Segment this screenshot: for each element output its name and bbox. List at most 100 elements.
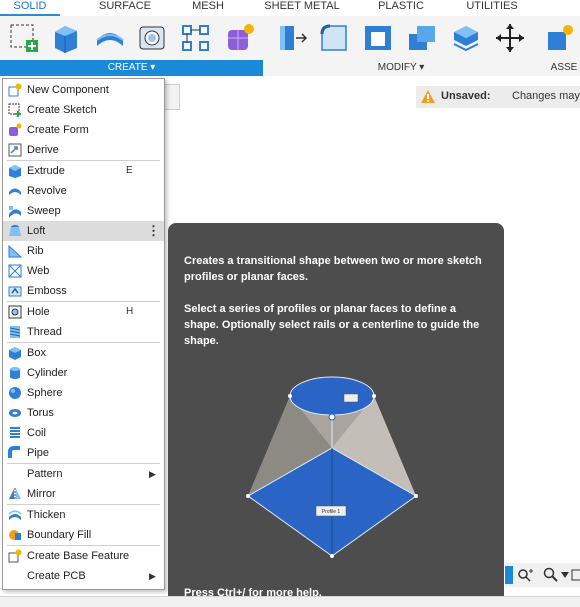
sweep-icon [9,206,21,218]
menu-item-emboss[interactable]: Emboss [3,281,164,301]
menu-label: Create Base Feature [27,550,130,562]
tab-sheet-metal[interactable]: SHEET METAL [262,0,342,12]
tab-utilities[interactable]: UTILITIES [463,0,521,12]
menu-item-create-sketch[interactable]: Create Sketch [3,100,164,120]
menu-item-rib[interactable]: Rib [3,241,164,261]
fillet-icon[interactable] [318,22,350,54]
menu-label: Create PCB [27,570,86,582]
menu-item-mirror[interactable]: Mirror [3,484,164,504]
thread-icon [9,326,21,338]
extrude-icon[interactable] [50,22,82,54]
menu-item-cylinder[interactable]: Cylinder [3,363,164,383]
menu-item-create-base-feature[interactable]: Create Base Feature [3,546,164,566]
new-component-icon [8,83,22,97]
menu-item-hole[interactable]: Hole H [3,302,164,322]
menu-item-revolve[interactable]: Revolve [3,181,164,201]
menu-label: Torus [27,407,54,419]
menu-item-thicken[interactable]: Thicken [3,505,164,525]
menu-label: Cylinder [27,367,68,379]
menu-item-create-pcb[interactable]: Create PCB ▶ [3,566,164,586]
create-sketch-icon [8,103,21,117]
more-options-icon[interactable]: ⋮ [147,221,160,241]
mirror-icon [9,488,21,500]
tab-solid[interactable]: SOLID [10,0,50,12]
menu-item-derive[interactable]: Derive [3,140,164,160]
status-bar [0,596,580,607]
menu-item-sweep[interactable]: Sweep [3,201,164,221]
hole-icon[interactable] [136,22,168,54]
loft-icon [9,225,21,236]
submenu-arrow-icon: ▶ [149,469,156,479]
tab-plastic[interactable]: PLASTIC [375,0,427,12]
move-copy-icon[interactable] [494,22,526,54]
create-form-icon[interactable] [224,22,256,54]
menu-label: Create Sketch [27,104,97,116]
menu-label: Web [27,265,50,277]
create-dropdown-menu: New Component Create Sketch Create Form … [2,78,165,590]
menu-label: Coil [27,427,46,439]
menu-label: Boundary Fill [27,529,92,541]
revolve-icon[interactable] [94,22,126,54]
press-pull-icon[interactable] [276,22,308,54]
assemble-group-button[interactable]: ASSE [548,60,580,76]
modify-group-button[interactable]: MODIFY ▾ [276,60,526,76]
new-component-icon[interactable] [544,22,576,54]
menu-item-loft[interactable]: Loft ⋮ [3,221,164,241]
menu-label: Derive [27,144,59,156]
combine-icon[interactable] [406,22,438,54]
warning-icon [421,90,435,103]
hole-icon [8,305,22,319]
menu-label: Sphere [27,387,63,399]
rectangular-pattern-icon[interactable] [180,22,212,54]
menu-label: Sweep [27,205,61,217]
menu-item-torus[interactable]: Torus [3,403,164,423]
shortcut-label: H [126,306,134,317]
tab-surface[interactable]: SURFACE [95,0,155,12]
menu-label: Mirror [27,488,56,500]
tab-mesh[interactable]: MESH [188,0,228,12]
tooltip-description: Creates a transitional shape between two… [184,255,482,283]
create-sketch-icon[interactable] [8,22,40,54]
menu-label: New Component [27,84,109,96]
zoom-window-icon[interactable] [517,567,535,583]
menu-item-pattern[interactable]: Pattern ▶ [3,464,164,484]
profile-label: Profile 1 [322,509,341,515]
pipe-icon [8,446,20,458]
menu-item-pipe[interactable]: Pipe [3,443,164,463]
shortcut-label: E [126,165,133,176]
extrude-icon [9,165,21,178]
chevron-down-icon[interactable] [561,572,569,578]
coil-icon [10,427,20,438]
viewport-tools [505,563,580,587]
menu-label: Revolve [27,185,67,197]
loft-tooltip: Creates a transitional shape between two… [168,223,504,606]
menu-label: Emboss [27,285,67,297]
shell-icon[interactable] [362,22,394,54]
viewport-tool-selected[interactable] [505,566,513,584]
thicken-icon [8,510,22,520]
submenu-arrow-icon: ▶ [149,571,156,581]
menu-item-sphere[interactable]: Sphere [3,383,164,403]
create-form-icon [9,123,22,136]
menu-label: Hole [27,306,50,318]
menu-item-web[interactable]: Web [3,261,164,281]
menu-item-box[interactable]: Box [3,343,164,363]
menu-item-coil[interactable]: Coil [3,423,164,443]
web-icon [8,264,22,278]
unsaved-text: Changes may [512,90,580,102]
menu-item-thread[interactable]: Thread [3,322,164,342]
menu-label: Loft [27,225,46,237]
box-icon [9,347,21,360]
zoom-icon[interactable] [543,567,559,583]
offset-face-icon[interactable] [450,22,482,54]
menu-item-extrude[interactable]: Extrude E [3,161,164,181]
menu-label: Thread [27,326,62,338]
menu-item-new-component[interactable]: New Component [3,80,164,100]
menu-item-create-form[interactable]: Create Form [3,120,164,140]
display-settings-icon[interactable] [571,567,580,583]
boundary-fill-icon [9,530,21,540]
menu-item-boundary-fill[interactable]: Boundary Fill [3,525,164,545]
browser-collapse-handle[interactable] [165,84,180,110]
create-group-button[interactable]: CREATE ▾ [0,60,263,76]
tooltip-instructions: Select a series of profiles or planar fa… [184,303,480,347]
